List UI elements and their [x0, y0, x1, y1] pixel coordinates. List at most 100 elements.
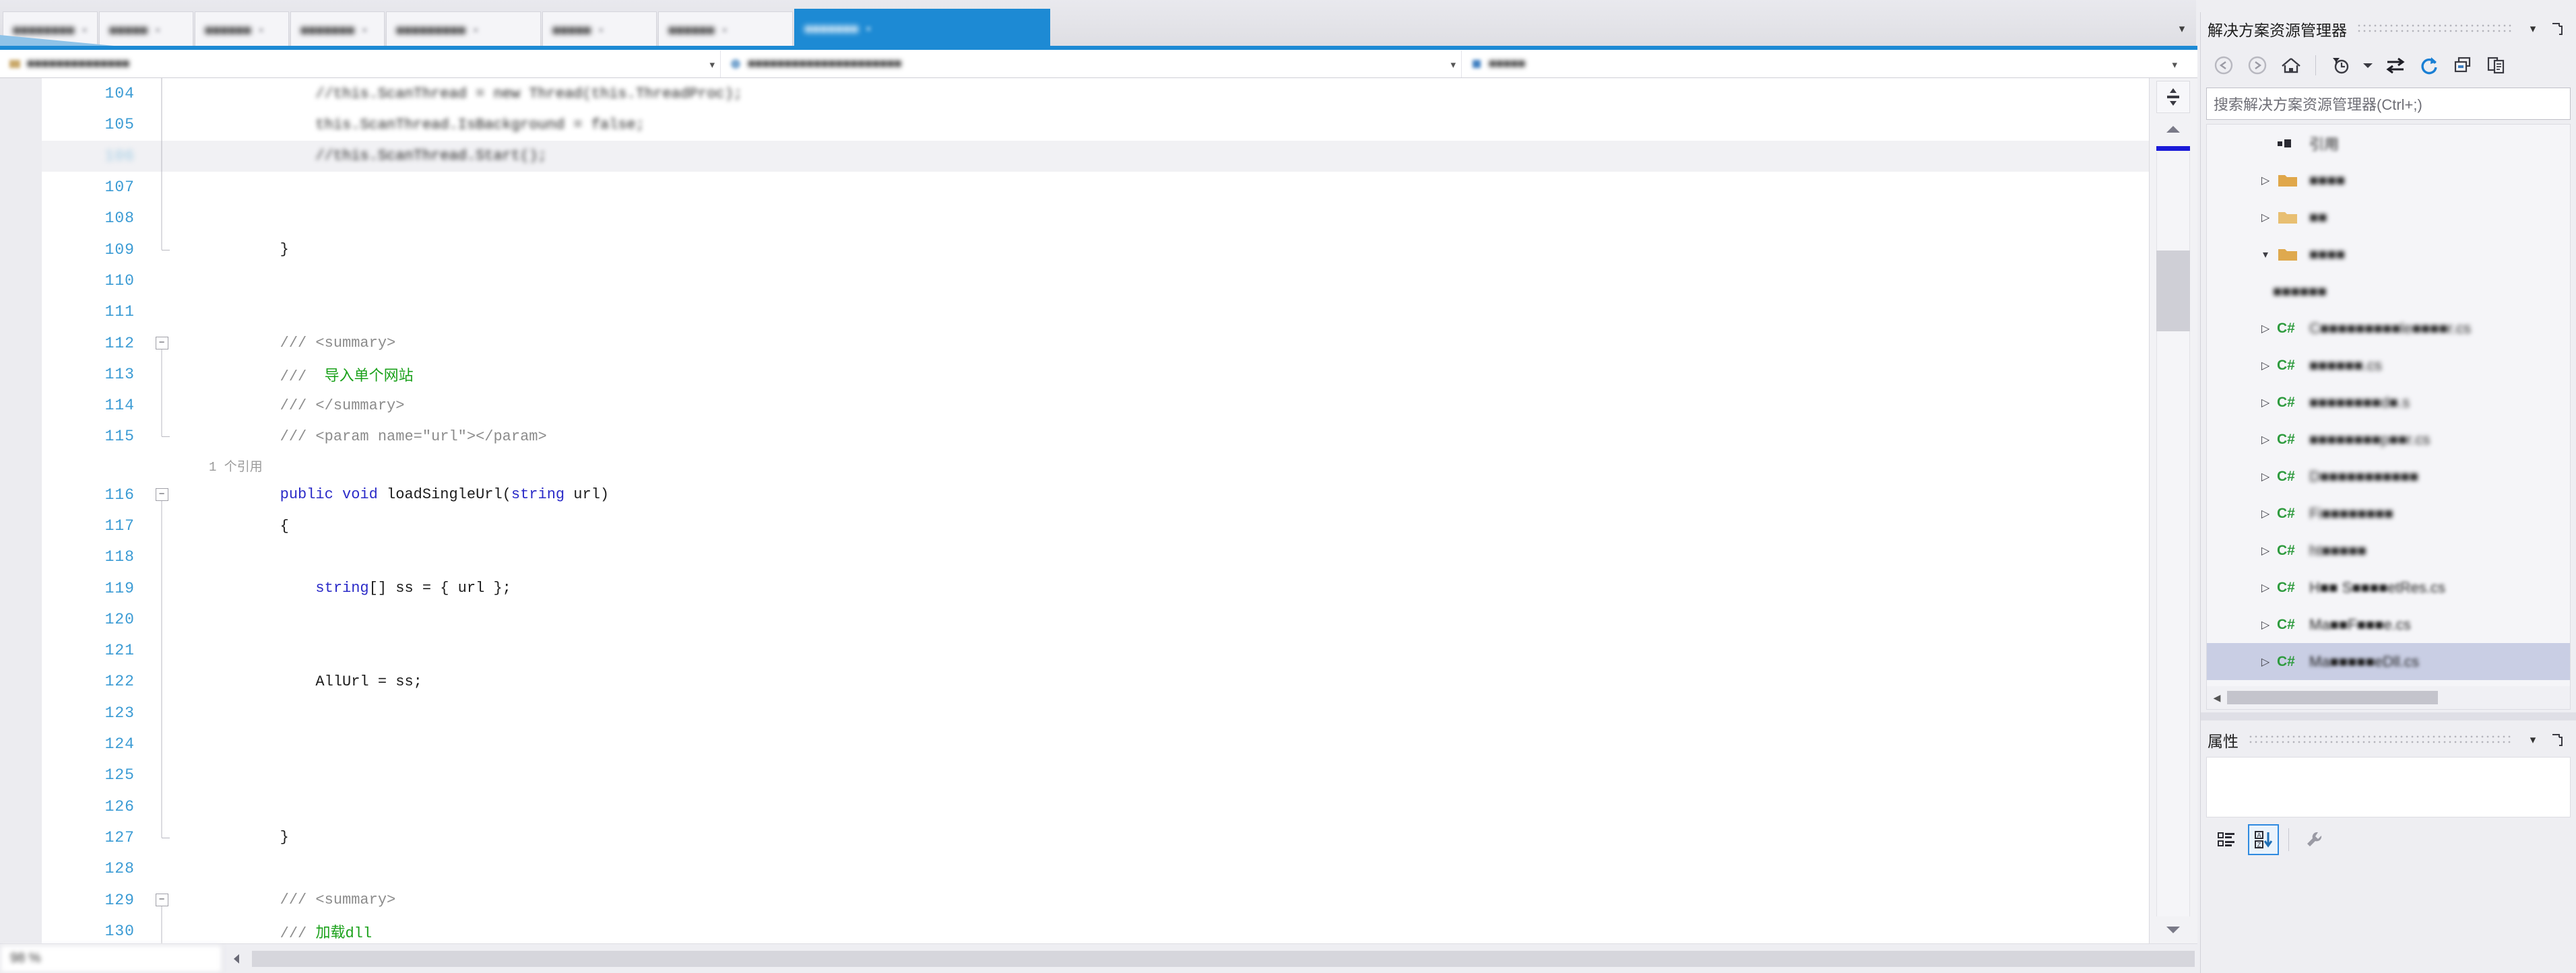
dock-splitter[interactable] [2201, 712, 2576, 720]
tree-item-file[interactable]: ▷ C# Fi■■■■■■■■ [2207, 495, 2570, 532]
scroll-up-arrow-icon[interactable] [2156, 116, 2190, 143]
sync-arrows-icon[interactable] [2381, 51, 2410, 80]
tree-item-child[interactable]: ■■■■■■ [2207, 273, 2570, 310]
expander-icon[interactable]: ▷ [2254, 507, 2277, 521]
expander-icon[interactable]: ▷ [2254, 322, 2277, 335]
properties-grid[interactable] [2206, 757, 2571, 817]
editor-horizontal-scrollbar[interactable]: 98 % [0, 943, 2197, 973]
code-line[interactable]: 121 [42, 635, 2149, 667]
chevron-down-icon[interactable] [2359, 51, 2377, 80]
chevron-down-icon[interactable]: ▾ [1450, 59, 1456, 71]
chevron-down-icon[interactable]: ▾ [709, 59, 715, 71]
collapse-all-icon[interactable] [2448, 51, 2478, 80]
code-line[interactable]: 123 [42, 697, 2149, 729]
forward-arrow-icon[interactable] [2243, 51, 2272, 80]
tree-item-file[interactable]: ▷ C# D■■■■■■■■■■■ [2207, 458, 2570, 495]
tree-hscroll-thumb[interactable] [2227, 691, 2438, 704]
expander-icon[interactable]: ▷ [2254, 359, 2277, 372]
clock-filter-icon[interactable] [2325, 51, 2355, 80]
expander-icon[interactable]: ▷ [2254, 396, 2277, 409]
code-lines-container[interactable]: 104 //this.ScanThread = new Thread(this.… [42, 78, 2149, 943]
tree-item-file[interactable]: ▷ C# C■■■■■■■■■le■■■■r.cs [2207, 310, 2570, 347]
scroll-left-arrow-icon[interactable]: ◀ [2207, 692, 2227, 704]
tree-item-file[interactable]: ▷ C# ■■■■■■■■d■.s [2207, 384, 2570, 421]
scroll-down-arrow-icon[interactable] [2156, 916, 2190, 943]
float-window-icon[interactable] [2545, 17, 2569, 41]
code-line[interactable]: 114 /// </summary> [42, 389, 2149, 422]
scroll-left-arrow-icon[interactable] [222, 953, 252, 965]
tree-item-folder-open[interactable]: ▾ ■■■■ [2207, 236, 2570, 273]
home-icon[interactable] [2276, 51, 2306, 80]
expander-icon[interactable]: ▷ [2254, 544, 2277, 558]
close-icon[interactable]: × [721, 25, 728, 37]
code-line[interactable]: 108 [42, 203, 2149, 234]
document-tab[interactable]: ■■■■■■■ × [290, 11, 385, 49]
tree-item-file-selected[interactable]: ▷ C# Ma■■■■■eDll.cs [2207, 643, 2570, 680]
code-line[interactable]: 112 − /// <summary> [42, 327, 2149, 359]
scroll-thumb[interactable] [2156, 250, 2190, 331]
code-line[interactable]: 117 { [42, 510, 2149, 542]
chevron-down-icon[interactable]: ▾ [2521, 728, 2545, 752]
code-lens-row[interactable]: 1 个引用 [42, 452, 2149, 479]
expander-icon[interactable]: ▷ [2254, 470, 2277, 483]
close-icon[interactable]: × [866, 24, 872, 36]
close-icon[interactable]: × [82, 25, 88, 37]
fold-toggle[interactable]: − [143, 884, 181, 916]
document-tab[interactable]: ■■■■■■ × [195, 11, 290, 49]
code-line[interactable]: 111 [42, 296, 2149, 327]
code-line[interactable]: 128 [42, 853, 2149, 884]
code-editor[interactable]: 104 //this.ScanThread = new Thread(this.… [0, 78, 2149, 943]
close-icon[interactable]: × [258, 25, 264, 37]
code-line[interactable]: 127 } [42, 821, 2149, 853]
code-line[interactable]: 104 //this.ScanThread = new Thread(this.… [42, 78, 2149, 110]
expander-icon[interactable]: ▷ [2254, 655, 2277, 669]
drag-handle[interactable] [2356, 23, 2511, 35]
code-line[interactable]: 130 /// 加载dll [42, 915, 2149, 943]
categorized-icon[interactable] [2212, 824, 2243, 855]
code-line[interactable]: 129 − /// <summary> [42, 884, 2149, 916]
document-tab[interactable]: ■■■■■ × [542, 11, 657, 49]
chevron-down-icon[interactable]: ▾ [2521, 17, 2545, 41]
code-line[interactable]: 107 [42, 171, 2149, 203]
fold-toggle[interactable]: − [143, 327, 181, 359]
tree-item-folder[interactable]: ▷ ■■■■ [2207, 162, 2570, 199]
code-lens-text[interactable]: 1 个引用 [181, 457, 2149, 475]
document-tab-active[interactable]: ■■■■■■■ × [794, 9, 1051, 49]
expander-icon[interactable]: ▷ [2254, 433, 2277, 446]
chevron-down-icon[interactable]: ▾ [2170, 18, 2193, 40]
code-line[interactable]: 109 } [42, 234, 2149, 265]
split-view-icon[interactable] [2156, 81, 2190, 113]
code-line[interactable]: 124 [42, 728, 2149, 760]
code-line[interactable]: 116 − public void loadSingleUrl(string u… [42, 479, 2149, 510]
code-line[interactable]: 113 /// 导入单个网站 [42, 358, 2149, 390]
expander-icon[interactable]: ▷ [2254, 581, 2277, 595]
expander-icon[interactable]: ▷ [2254, 618, 2277, 632]
tree-item-references[interactable]: 引用 [2207, 125, 2570, 162]
tree-item-file[interactable]: ▷ C# ■■■■■■.cs [2207, 347, 2570, 384]
tree-item-file[interactable]: ▷ C# ht■■■■■ [2207, 532, 2570, 569]
type-dropdown[interactable]: ■■■■■■■■■■■■■■■■■■■■■ ▾ [721, 50, 1462, 77]
tree-horizontal-scrollbar[interactable]: ◀ [2207, 686, 2570, 709]
wrench-icon[interactable] [2298, 824, 2329, 855]
hscroll-track[interactable] [252, 950, 2195, 967]
search-input[interactable]: 搜索解决方案资源管理器(Ctrl+;) [2206, 88, 2571, 120]
code-line[interactable]: 120 [42, 603, 2149, 636]
tree-item-file[interactable]: ▷ C# H■■ S■■■■etRes.cs [2207, 569, 2570, 606]
editor-vertical-scrollbar[interactable] [2149, 78, 2197, 943]
namespace-dropdown[interactable]: ■■■■■■■■■■■■■■ ▾ [0, 50, 721, 77]
document-tab[interactable]: ■■■■■■■■■ × [386, 11, 542, 49]
code-line[interactable]: 115 /// <param name="url"></param> [42, 421, 2149, 452]
chevron-down-icon[interactable]: ▾ [2172, 59, 2177, 71]
fold-toggle[interactable]: − [143, 479, 181, 510]
code-line[interactable]: 122 AllUrl = ss; [42, 666, 2149, 698]
close-icon[interactable]: × [598, 25, 604, 37]
back-arrow-icon[interactable] [2209, 51, 2239, 80]
solution-tree[interactable]: 引用 ▷ ■■■■ ▷ ■■ ▾ ■■■■ ■■■■■■ ▷ C# C■■■■■… [2206, 124, 2571, 710]
document-tab[interactable]: ■■■■■ × [99, 11, 194, 49]
close-icon[interactable]: × [472, 25, 478, 37]
drag-handle[interactable] [2248, 734, 2511, 746]
document-tab[interactable]: ■■■■■■ × [658, 11, 794, 49]
code-line[interactable]: 106 //this.ScanThread.Start(); [42, 140, 2149, 172]
zoom-level-selector[interactable]: 98 % [0, 944, 222, 973]
code-line[interactable]: 110 [42, 265, 2149, 296]
